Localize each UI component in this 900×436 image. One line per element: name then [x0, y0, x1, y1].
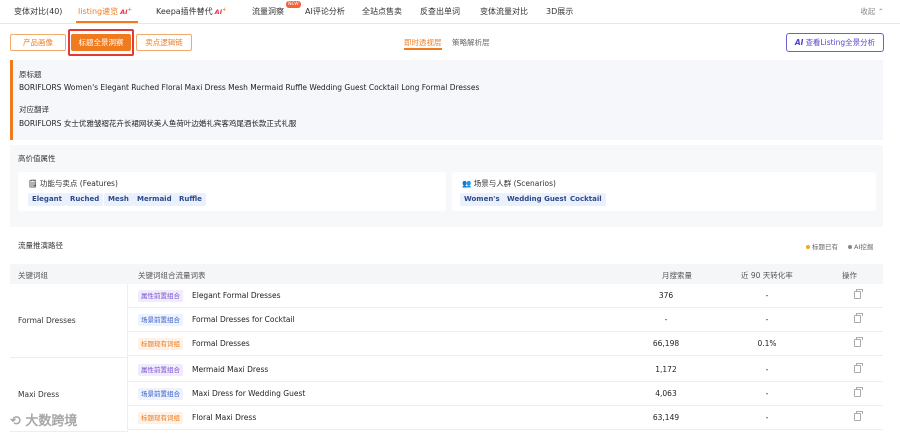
ai-badge-icon: AI+: [120, 6, 132, 16]
attributes-title: 高价值属性: [18, 154, 56, 163]
traffic-path-panel: 流量推演路径 标题已有 AI挖掘 关键词组 关键词组合流量词表 月搜索量 近 9…: [10, 234, 883, 436]
table-row: 标题现有词组 Formal Dresses 66,198 0.1%: [128, 332, 883, 356]
tab-label: 流量洞察: [252, 7, 284, 16]
listing-button-label: 查看Listing全景分析: [805, 38, 876, 47]
table-row: 标题现有词组 Floral Maxi Dress 63,149 -: [128, 406, 883, 430]
conversion-rate: -: [765, 389, 769, 398]
conversion-rate: -: [765, 365, 769, 374]
title-panel: 原标题 BORIFLORS Women's Elegant Ruched Flo…: [10, 60, 883, 140]
product-profile-button[interactable]: 产品画像: [10, 34, 66, 51]
feature-chip: Ruched: [66, 193, 104, 206]
table-row: 场景前置组合 Formal Dresses for Cocktail - -: [128, 308, 883, 332]
translation-label: 对应翻译: [19, 105, 49, 114]
highlight-box: [68, 29, 134, 56]
search-volume: 63,149: [652, 413, 680, 422]
scenario-chip: Women's: [460, 193, 504, 206]
copy-icon[interactable]: [854, 363, 863, 373]
legend-dot: [848, 245, 852, 249]
search-volume: 4,063: [655, 389, 677, 398]
traffic-title: 流量推演路径: [18, 241, 63, 250]
selling-point-chain-button[interactable]: 卖点逻辑链: [136, 34, 192, 51]
tab-ai-review-analysis[interactable]: AI评论分析: [305, 6, 345, 17]
scenarios-title: 👥 场景与人群 (Scenarios): [462, 179, 556, 188]
search-volume: -: [664, 315, 668, 324]
scenario-chip: Cocktail: [566, 193, 606, 206]
legend-ai-mined: AI挖掘: [848, 241, 873, 251]
top-tab-bar: 变体对比(40) listing速览 AI+ Keepa插件替代 AI+ 流量洞察 N…: [0, 0, 900, 24]
header-keyword-group: 关键词组: [18, 271, 48, 280]
search-volume: 66,198: [652, 339, 680, 348]
watermark-logo: ⟲ 大数跨境: [10, 414, 78, 429]
scenario-chip: Wedding Guest: [503, 193, 572, 206]
tab-label: Keepa插件替代: [156, 7, 213, 16]
tab-traffic-insight[interactable]: 流量洞察 NEW: [252, 1, 301, 17]
keyword-text: Floral Maxi Dress: [192, 413, 257, 422]
search-volume: 376: [658, 291, 674, 300]
tab-label: listing速览: [78, 7, 119, 16]
copy-icon[interactable]: [854, 289, 863, 299]
active-tab-underline: [76, 21, 138, 23]
keyword-text: Formal Dresses for Cocktail: [192, 315, 295, 324]
high-value-attributes-panel: 高价值属性 🗒 功能与卖点 (Features) Elegant Ruched …: [10, 145, 883, 227]
legend-title-existing: 标题已有: [806, 241, 838, 251]
mode-strategy-layer[interactable]: 策略解析层: [452, 37, 490, 48]
translation-text: BORIFLORS 女士优雅皱褶花卉长裙网状美人鱼荷叶边婚礼宾客鸡尾酒长款正式礼…: [19, 119, 297, 128]
original-title-text: BORIFLORS Women's Elegant Ruched Floral …: [19, 83, 480, 92]
conversion-rate: -: [765, 291, 769, 300]
features-title: 🗒 功能与卖点 (Features): [28, 179, 118, 188]
feature-chip: Elegant: [28, 193, 66, 206]
tab-variant-traffic-compare[interactable]: 变体流量对比: [480, 6, 528, 17]
conversion-rate: -: [765, 413, 769, 422]
header-keyword-list: 关键词组合流量词表: [138, 271, 206, 280]
collapse-button[interactable]: 收起 ⌃: [860, 6, 884, 17]
ai-badge-icon: AI+: [214, 6, 227, 16]
copy-icon[interactable]: [854, 387, 863, 397]
copy-icon[interactable]: [854, 411, 863, 421]
table-header: 关键词组 关键词组合流量词表 月搜索量 近 90 天转化率 操作: [10, 264, 883, 284]
legend-dot: [806, 245, 810, 249]
table-row: 场景前置组合 Maxi Dress for Wedding Guest 4,06…: [128, 382, 883, 406]
tag-title-existing: 标题现有词组: [138, 412, 183, 424]
tag-title-existing: 标题现有词组: [138, 338, 183, 350]
feature-chip: Mesh: [104, 193, 133, 206]
tab-3d-view[interactable]: 3D展示: [546, 6, 573, 17]
tab-listing-overview[interactable]: listing速览 AI+: [78, 6, 132, 17]
conversion-rate: 0.1%: [757, 339, 777, 348]
tag-scenario-combo: 场景前置组合: [138, 314, 183, 326]
tag-attribute-combo: 属性前置组合: [138, 364, 183, 376]
search-volume: 1,172: [655, 365, 677, 374]
features-card: 🗒 功能与卖点 (Features) Elegant Ruched Mesh M…: [18, 172, 446, 211]
feature-chip: Mermaid: [133, 193, 176, 206]
keyword-text: Mermaid Maxi Dress: [192, 365, 269, 374]
new-badge: NEW: [286, 1, 301, 8]
copy-icon[interactable]: [854, 313, 863, 323]
copy-icon[interactable]: [854, 337, 863, 347]
table-row: 属性前置组合 Mermaid Maxi Dress 1,172 -: [128, 358, 883, 382]
header-action: 操作: [842, 271, 857, 280]
mode-underline: [404, 48, 442, 50]
original-title-label: 原标题: [19, 70, 42, 79]
tab-all-sites-sales[interactable]: 全站点售卖: [362, 6, 402, 17]
mode-instant-layer[interactable]: 即时透视层: [404, 37, 442, 48]
header-monthly-search: 月搜索量: [662, 271, 692, 280]
keyword-text: Elegant Formal Dresses: [192, 291, 281, 300]
ai-icon: AI: [794, 38, 804, 47]
keyword-text: Maxi Dress for Wedding Guest: [192, 389, 306, 398]
tab-keepa-replacement[interactable]: Keepa插件替代 AI+: [156, 6, 226, 17]
table-row: 属性前置组合 Elegant Formal Dresses 376 -: [128, 284, 883, 308]
keyword-group-cell: Formal Dresses: [10, 284, 128, 358]
tab-variant-compare[interactable]: 变体对比(40): [14, 6, 62, 17]
tag-attribute-combo: 属性前置组合: [138, 290, 183, 302]
tab-reverse-order-keywords[interactable]: 反查出单词: [420, 6, 460, 17]
tag-scenario-combo: 场景前置组合: [138, 388, 183, 400]
scenarios-card: 👥 场景与人群 (Scenarios) Women's Wedding Gues…: [452, 172, 876, 211]
header-conversion: 近 90 天转化率: [741, 271, 793, 280]
conversion-rate: -: [765, 315, 769, 324]
keyword-text: Formal Dresses: [192, 339, 250, 348]
feature-chip: Ruffle: [175, 193, 206, 206]
view-listing-analysis-button[interactable]: AI 查看Listing全景分析: [786, 33, 884, 52]
keyword-group-name: Formal Dresses: [18, 316, 76, 325]
keyword-group-name: Maxi Dress: [18, 390, 60, 399]
